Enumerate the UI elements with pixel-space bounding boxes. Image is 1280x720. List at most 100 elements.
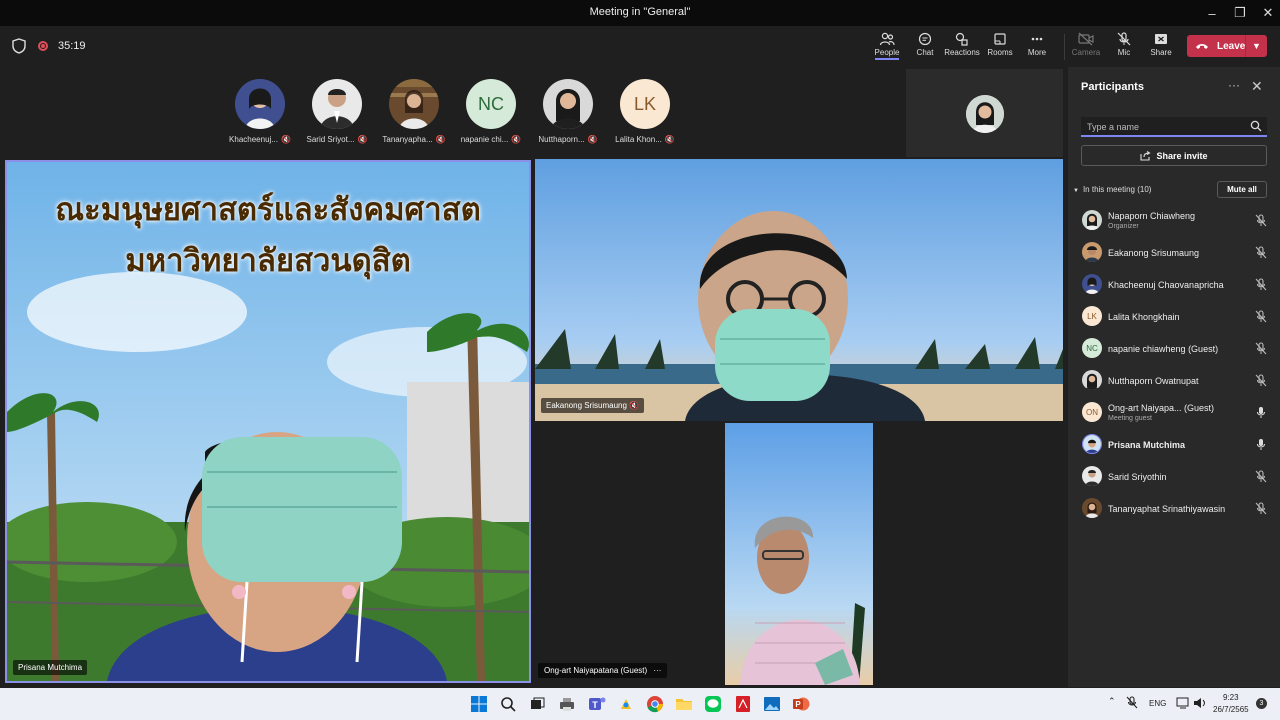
clock-time: 9:23	[1223, 693, 1239, 702]
phone-hangup-icon	[1196, 44, 1208, 49]
tile-more-button[interactable]: ···	[653, 666, 661, 675]
mic-muted-icon	[1255, 502, 1267, 515]
task-view-icon[interactable]	[528, 695, 546, 713]
avatar: NC	[466, 79, 516, 129]
participant-name: Nutthaporn Owatnupat	[1108, 376, 1199, 386]
participant-row[interactable]: Eakanong Srisumaung	[1068, 238, 1280, 268]
taskbar: T P ⌃ ENG 9:23 26/7/2565 3	[0, 688, 1280, 720]
teams-icon[interactable]: T	[588, 695, 606, 713]
chevron-up-icon[interactable]: ⌃	[1108, 696, 1116, 707]
avatar	[1082, 498, 1102, 518]
third-video-frame	[725, 423, 873, 685]
video-tile-third[interactable]	[725, 423, 873, 685]
avatar: NC	[1082, 338, 1102, 358]
participant-row[interactable]: LK Lalita Khongkhain	[1068, 302, 1280, 332]
participant-name: Khacheenuj Chaovanapricha	[1108, 280, 1224, 290]
clock-date: 26/7/2565	[1213, 705, 1249, 714]
stage-avatar[interactable]: Khacheenuj... 🔇	[224, 79, 296, 144]
leave-button[interactable]: Leave ▼	[1187, 35, 1267, 57]
share-button[interactable]: Share	[1139, 32, 1183, 64]
powerpoint-icon[interactable]: P	[792, 695, 810, 713]
search-input[interactable]	[1087, 120, 1247, 133]
participant-row[interactable]: ON Ong-art Naiyapa... (Guest) Meeting gu…	[1068, 398, 1280, 428]
avatar	[235, 79, 285, 129]
mic-on-icon	[1256, 439, 1266, 450]
participant-name: Sarid Sriyothin	[1108, 472, 1167, 482]
stage-avatar-name: Sarid Sriyot...	[306, 135, 355, 144]
printer-icon[interactable]	[558, 695, 576, 713]
restore-button[interactable]: ❐	[1225, 4, 1255, 22]
mic-muted-icon: 🔇	[280, 135, 291, 144]
line-icon[interactable]	[704, 695, 722, 713]
meeting-toolbar: 35:19 People Chat Reactions Rooms More C…	[0, 26, 1280, 67]
participant-row[interactable]: Sarid Sriyothin	[1068, 462, 1280, 492]
leave-label: Leave	[1217, 40, 1246, 52]
participant-row[interactable]: NC napanie chiawheng (Guest)	[1068, 334, 1280, 364]
tile-name-label: Prisana Mutchima	[13, 660, 88, 675]
reactions-icon	[955, 32, 968, 46]
stage-avatar-name: napanie chi...	[460, 135, 509, 144]
video-tile-main[interactable]: ณะมนุษยศาสตร์และสังคมศาสต มหาวิทยาลัยสวน…	[5, 160, 531, 683]
people-label: People	[874, 48, 900, 60]
photos-icon[interactable]	[763, 695, 781, 713]
minimize-button[interactable]: –	[1197, 4, 1227, 22]
file-explorer-icon[interactable]	[675, 695, 693, 713]
recording-icon	[38, 41, 48, 51]
participant-row[interactable]: Prisana Mutchima	[1068, 430, 1280, 460]
avatar: LK	[620, 79, 670, 129]
mic-on-icon	[1256, 407, 1266, 418]
stage-avatar[interactable]: Tananyapha... 🔇	[378, 79, 450, 144]
in-meeting-section-header[interactable]: ▼ In this meeting (10)	[1073, 185, 1151, 194]
volume-icon[interactable]	[1193, 697, 1207, 711]
leave-options-chevron-icon[interactable]: ▼	[1245, 35, 1267, 57]
avatar	[1082, 466, 1102, 486]
more-icon	[1031, 37, 1043, 41]
avatar	[1082, 274, 1102, 294]
participant-search[interactable]	[1081, 117, 1267, 137]
share-tray-icon	[1155, 34, 1167, 44]
share-icon	[1140, 150, 1152, 161]
search-icon[interactable]	[499, 695, 517, 713]
rooms-icon	[994, 33, 1006, 45]
participant-row[interactable]: Tananyaphat Srinathiyawasin	[1068, 494, 1280, 524]
chrome-icon[interactable]	[646, 695, 664, 713]
mute-all-button[interactable]: Mute all	[1217, 181, 1267, 198]
share-invite-button[interactable]: Share invite	[1081, 145, 1267, 166]
more-button[interactable]: More	[1015, 32, 1059, 64]
stage-avatar[interactable]: NC napanie chi... 🔇	[455, 79, 527, 144]
participant-row[interactable]: Napaporn Chiawheng Organizer	[1068, 206, 1280, 236]
close-window-button[interactable]: ✕	[1253, 4, 1280, 22]
language-indicator[interactable]: ENG	[1149, 699, 1166, 708]
stage-avatar[interactable]: LK Lalita Khon... 🔇	[609, 79, 681, 144]
start-icon[interactable]	[470, 695, 488, 713]
mic-muted-icon	[1255, 214, 1267, 227]
pin-app-icon[interactable]	[617, 695, 635, 713]
search-icon	[1250, 120, 1262, 132]
participant-row[interactable]: Khacheenuj Chaovanapricha	[1068, 270, 1280, 300]
stage-avatar[interactable]: Nutthaporn... 🔇	[532, 79, 604, 144]
stage-avatar-name: Nutthaporn...	[538, 135, 585, 144]
panel-more-button[interactable]: ···	[1228, 78, 1240, 92]
taskbar-clock[interactable]: 9:23 26/7/2565	[1213, 692, 1249, 716]
stage-avatar-name: Khacheenuj...	[229, 135, 278, 144]
mic-muted-icon	[1255, 246, 1267, 259]
mic-label: Mic	[1117, 48, 1131, 57]
banner-line-2: มหาวิทยาลัยสวนดุสิต	[125, 243, 411, 278]
stage-avatar[interactable]: Sarid Sriyot... 🔇	[301, 79, 373, 144]
video-tile-second[interactable]: Eakanong Srisumaung 🔇	[535, 159, 1063, 421]
tile-name-label: Ong-art Naiyapatana (Guest) ···	[538, 663, 668, 678]
participant-name: Lalita Khongkhain	[1108, 312, 1180, 322]
mic-muted-icon: 🔇	[357, 135, 368, 144]
mic-muted-icon: 🔇	[629, 401, 640, 410]
pdf-icon[interactable]	[734, 695, 752, 713]
avatar	[1082, 242, 1102, 262]
participant-row[interactable]: Nutthaporn Owatnupat	[1068, 366, 1280, 396]
meeting-timer: 35:19	[58, 40, 86, 52]
panel-close-icon[interactable]: ✕	[1251, 78, 1263, 95]
tile-name-label: Eakanong Srisumaung 🔇	[541, 398, 645, 413]
camera-label: Camera	[1071, 48, 1101, 57]
notification-badge[interactable]: 3	[1256, 698, 1267, 709]
self-view-tile[interactable]	[906, 69, 1063, 157]
mic-tray-icon[interactable]	[1126, 696, 1138, 711]
network-icon[interactable]	[1176, 697, 1190, 711]
